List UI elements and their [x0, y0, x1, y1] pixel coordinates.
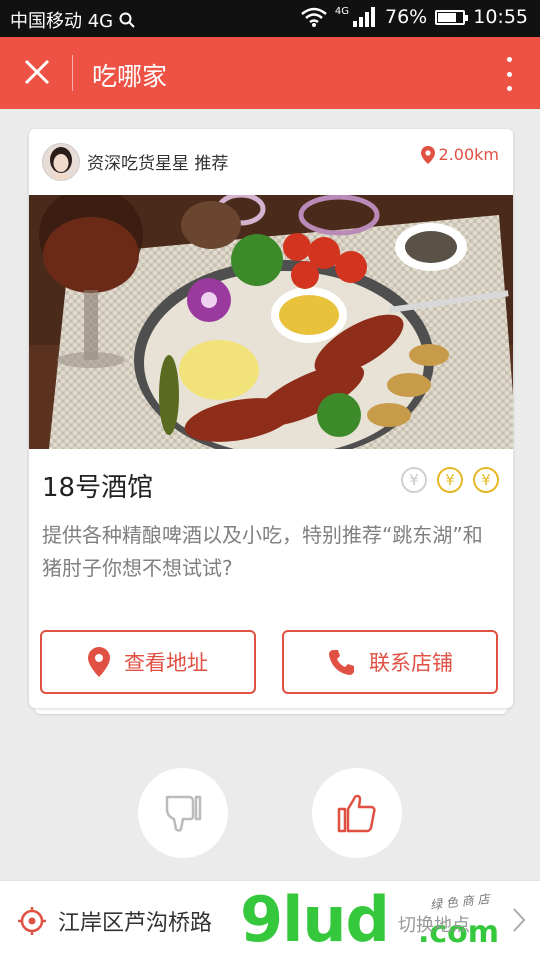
- switch-location-button[interactable]: 切换地点: [398, 911, 470, 937]
- more-dot: [506, 86, 512, 91]
- signal-icon: [353, 7, 375, 27]
- battery-icon: [435, 9, 469, 25]
- shop-description: 提供各种精酿啤酒以及小吃，特别推荐“跳东湖”和猪肘子你想不想试试?: [42, 523, 483, 580]
- contact-shop-label: 联系店铺: [369, 651, 453, 675]
- avatar-image: [43, 144, 79, 180]
- clock: 10:55: [473, 6, 528, 28]
- carrier-label: 中国移动 4G: [10, 11, 114, 32]
- close-button[interactable]: [20, 55, 54, 89]
- restaurant-card[interactable]: 资深吃货星星 推荐 2.00km 18号酒馆 ¥ ¥ ¥ 提供各种精酿啤酒以及小…: [29, 129, 513, 708]
- close-icon: [24, 59, 50, 85]
- page-title: 吃哪家: [92, 62, 168, 91]
- food-photo[interactable]: [29, 195, 513, 449]
- distance: 2.00km: [420, 145, 499, 164]
- location-pin-icon: [420, 145, 435, 164]
- crosshair-location-icon: [18, 907, 46, 935]
- view-address-label: 查看地址: [124, 651, 208, 675]
- thumbs-down-icon: [165, 795, 202, 832]
- avatar[interactable]: [42, 143, 80, 181]
- more-menu-button[interactable]: [502, 57, 516, 91]
- header-divider: [72, 55, 73, 91]
- app-header: 吃哪家: [0, 37, 540, 109]
- view-address-button[interactable]: 查看地址: [40, 630, 256, 694]
- battery-fill: [438, 12, 457, 22]
- battery-percent: 76%: [385, 6, 428, 28]
- wifi-icon: [301, 7, 327, 27]
- card-stack-shadow: [35, 708, 507, 714]
- recommender-label: 资深吃货星星 推荐: [87, 154, 229, 174]
- thumbs-up-icon: [337, 794, 376, 833]
- more-dot: [506, 57, 512, 62]
- shop-name: 18号酒馆: [42, 473, 154, 503]
- food-photo-image: [29, 195, 513, 449]
- price-rating: ¥ ¥ ¥: [401, 467, 499, 493]
- distance-value: 2.00km: [438, 145, 499, 164]
- contact-shop-button[interactable]: 联系店铺: [282, 630, 498, 694]
- price-yen-icon: ¥: [437, 467, 463, 493]
- watermark-caption: 绿 色 商 店: [429, 891, 491, 913]
- like-button[interactable]: [312, 768, 402, 858]
- location-bar: 江岸区芦沟桥路 9lud .com 绿 色 商 店 切换地点: [0, 880, 540, 961]
- phone-icon: [329, 650, 354, 675]
- price-yen-icon: ¥: [473, 467, 499, 493]
- chevron-right-icon[interactable]: [512, 907, 526, 933]
- current-location: 江岸区芦沟桥路: [58, 911, 213, 936]
- dislike-button[interactable]: [138, 768, 228, 858]
- network-type-label: 4G: [334, 5, 349, 17]
- location-pin-icon: [88, 647, 110, 677]
- watermark-logo: 9lud: [240, 883, 390, 956]
- status-bar: 中国移动 4G 4G 76% 10:55: [0, 0, 540, 37]
- price-yen-icon: ¥: [401, 467, 427, 493]
- more-dot: [506, 71, 512, 77]
- search-icon: [119, 12, 135, 28]
